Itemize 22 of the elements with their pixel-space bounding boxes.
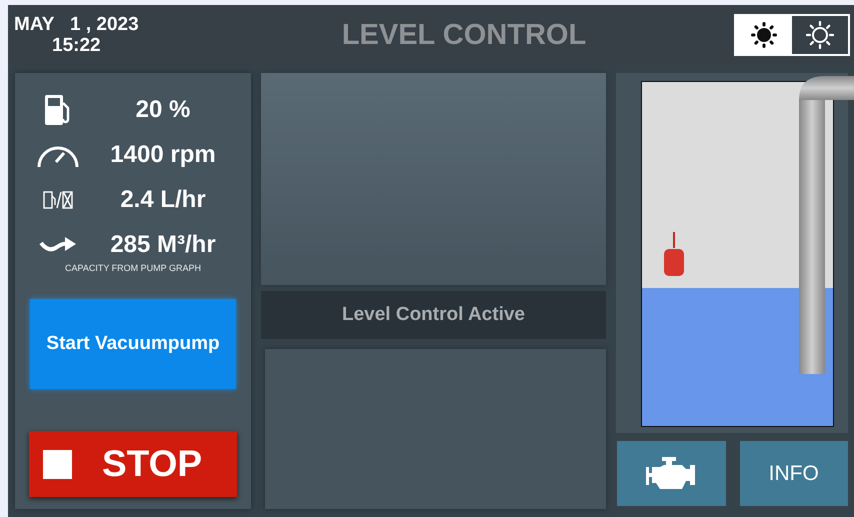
date-text: MAY 1 , 2023 bbox=[14, 14, 140, 35]
brightness-button[interactable] bbox=[736, 16, 792, 54]
status-bar: Level Control Active bbox=[261, 291, 606, 339]
reading-value: 285 M³/hr bbox=[109, 230, 217, 258]
stop-icon bbox=[43, 450, 72, 478]
sun-icon bbox=[750, 21, 778, 49]
reading-value: 1400 rpm bbox=[109, 140, 217, 168]
wavy-arrow-icon bbox=[39, 234, 77, 254]
float-switch-icon bbox=[662, 232, 686, 278]
sun-icon bbox=[806, 21, 834, 49]
reading-value: 20 % bbox=[134, 96, 192, 124]
fuel-hourglass-icon bbox=[43, 190, 73, 208]
engine-button[interactable] bbox=[617, 441, 726, 506]
stop-button[interactable]: STOP bbox=[29, 431, 237, 497]
reading-value: 2.4 L/hr bbox=[119, 186, 207, 214]
capacity-note: CAPACITY FROM PUMP GRAPH bbox=[64, 263, 202, 273]
start-button[interactable]: Start Vacuumpump bbox=[30, 299, 236, 389]
fuel-pump-icon bbox=[45, 94, 71, 124]
screen-title: LEVEL CONTROL bbox=[340, 18, 588, 52]
time-text: 15:22 bbox=[51, 35, 102, 56]
info-button[interactable]: INFO bbox=[740, 441, 848, 506]
engine-icon bbox=[646, 456, 696, 490]
